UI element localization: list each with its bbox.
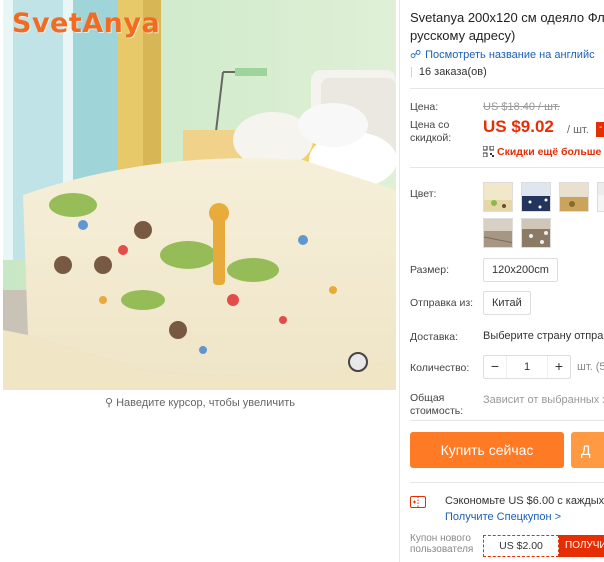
product-main-image[interactable]: SvetAnya (3, 0, 396, 390)
swatch-5-thumbnail (484, 219, 512, 247)
discount-price-label-line1: Цена со (410, 119, 450, 131)
discount-price-label-line2: скидкой: (410, 132, 452, 144)
total-label-line1: Общая (410, 392, 445, 404)
color-swatch-4[interactable] (597, 182, 604, 212)
translate-title-text: Посмотреть название на английс (425, 49, 595, 61)
divider-bar: | (410, 66, 413, 78)
discount-price-label: Цена со скидкой: (410, 119, 451, 145)
color-label: Цвет: (410, 188, 437, 200)
total-label: Общая стоимость: (410, 392, 463, 418)
bedroom-photo (3, 0, 396, 390)
ship-from-option[interactable]: Китай (483, 291, 531, 315)
product-title-line2: русскому адресу) (410, 28, 516, 43)
color-swatch-1[interactable] (483, 182, 513, 212)
size-option[interactable]: 120x200cm (483, 258, 558, 282)
divider (410, 167, 604, 168)
product-info-panel: Svetanya 200x120 см одеяло Фла русскому … (410, 0, 604, 562)
qr-code-icon (483, 146, 494, 157)
ship-from-label: Отправка из: (410, 297, 474, 309)
globe-icon: ☍ (410, 49, 422, 61)
price-unit: / шт. (567, 124, 589, 136)
brand-logo: SvetAnya (12, 8, 161, 39)
magnifier-icon: ⚲ (105, 397, 114, 409)
new-user-coupon-label-line1: Купон нового (410, 533, 471, 544)
old-price: US $18.40 / шт. (483, 101, 560, 113)
buy-now-button[interactable]: Купить сейчас (410, 432, 564, 468)
orders-count-text: 16 заказа(ов) (418, 66, 487, 78)
swatch-6-thumbnail (522, 219, 550, 247)
new-user-coupon-label-line2: пользователя (410, 544, 474, 555)
more-discounts-link[interactable]: Скидки ещё больше в (483, 146, 604, 158)
total-label-line2: стоимость: (410, 405, 464, 417)
discount-badge: - (596, 122, 604, 137)
quantity-label: Количество: (410, 362, 470, 374)
swatch-3-thumbnail (560, 183, 588, 211)
product-title-line1: Svetanya 200x120 см одеяло Фла (410, 10, 604, 25)
price-label: Цена: (410, 101, 439, 113)
size-label: Размер: (410, 264, 450, 276)
get-coupon-button[interactable]: ПОЛУЧИ (559, 535, 604, 557)
savings-text: Сэкономьте US $6.00 с каждых US (445, 495, 604, 507)
swatch-4-thumbnail (598, 183, 604, 211)
new-user-coupon-value: US $2.00 (483, 535, 559, 557)
swatch-2-thumbnail (522, 183, 550, 211)
total-value: Зависит от выбранных х (483, 394, 604, 406)
swatch-1-thumbnail (484, 183, 512, 211)
quantity-increase-button[interactable]: + (548, 356, 570, 378)
zoom-hint-text: Наведите курсор, чтобы увеличить (116, 397, 295, 409)
quantity-decrease-button[interactable]: − (484, 356, 506, 378)
delivery-value[interactable]: Выберите страну отправ (483, 330, 604, 342)
quantity-stepper: − 1 + (483, 355, 571, 379)
orders-count: | 16 заказа(ов) (410, 66, 487, 78)
color-swatch-3[interactable] (559, 182, 589, 212)
divider (410, 482, 604, 483)
quantity-available: шт. (5 (577, 361, 604, 373)
color-swatch-6[interactable] (521, 218, 551, 248)
more-discounts-text: Скидки ещё больше в (497, 146, 604, 158)
product-title: Svetanya 200x120 см одеяло Фла русскому … (410, 9, 604, 45)
divider (410, 88, 604, 89)
column-divider (399, 0, 400, 562)
new-user-coupon-label: Купон нового пользователя (410, 533, 473, 555)
quantity-input[interactable]: 1 (506, 356, 548, 378)
color-swatch-2[interactable] (521, 182, 551, 212)
divider (410, 420, 604, 421)
current-price: US $9.02 (483, 117, 554, 136)
add-to-cart-button[interactable]: Д (571, 432, 604, 468)
color-swatch-5[interactable] (483, 218, 513, 248)
delivery-label: Доставка: (410, 331, 459, 343)
coupon-icon (410, 496, 426, 508)
zoom-hint: ⚲ Наведите курсор, чтобы увеличить (0, 396, 400, 409)
translate-title-link[interactable]: ☍ Посмотреть название на английс (410, 48, 595, 61)
special-coupon-link[interactable]: Получите Спецкупон > (445, 511, 561, 523)
